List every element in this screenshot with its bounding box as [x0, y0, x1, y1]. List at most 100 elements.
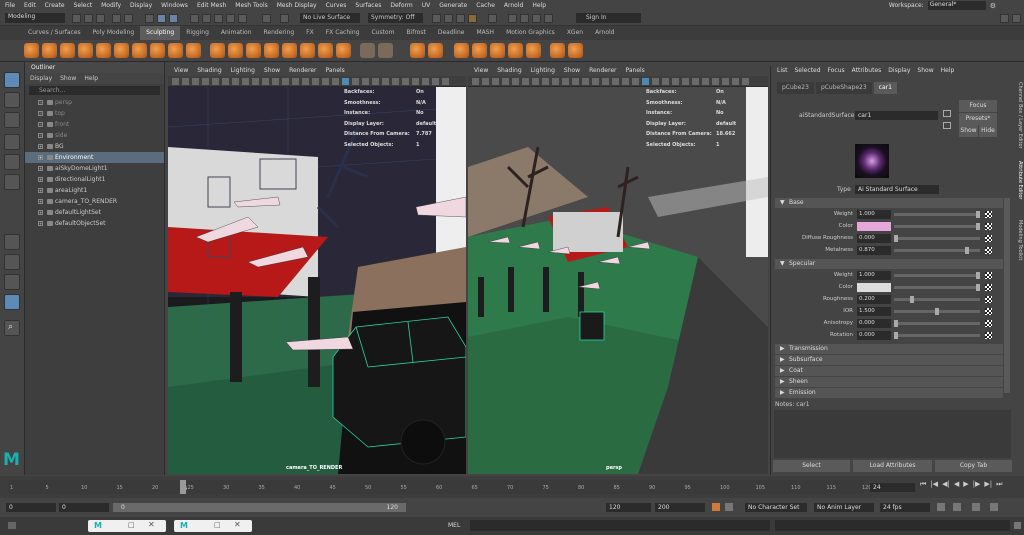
shelf-tab-deadline[interactable]: Deadline — [432, 26, 471, 40]
viewport-tool-icon[interactable] — [622, 78, 629, 85]
shelf-tab-xgen[interactable]: XGen — [561, 26, 589, 40]
viewport-tool-icon[interactable] — [572, 78, 579, 85]
animation-prefs-icon[interactable] — [990, 503, 998, 511]
character-set-dropdown[interactable]: No Character Set — [745, 503, 807, 512]
flatten-tool-icon[interactable] — [114, 43, 129, 58]
viewport-menu-renderer[interactable]: Renderer — [589, 66, 616, 76]
render-frame-icon[interactable] — [432, 14, 441, 23]
construction-history-icon[interactable] — [280, 14, 289, 23]
expand-icon[interactable]: + — [38, 199, 43, 204]
viewport-tool-icon[interactable] — [302, 78, 309, 85]
attr-slider[interactable] — [894, 296, 980, 303]
outliner-item-defaultlightset[interactable]: + defaultLightSet — [25, 207, 164, 218]
outliner-item-defaultobjectset[interactable]: + defaultObjectSet — [25, 218, 164, 229]
viewport-tool-icon[interactable] — [252, 78, 259, 85]
viewport-tool-icon[interactable] — [642, 78, 649, 85]
play-back-icon[interactable]: ◀ — [954, 480, 959, 489]
select-node-icon[interactable] — [943, 110, 951, 117]
viewport-tool-icon[interactable] — [602, 78, 609, 85]
menu-mesh-display[interactable]: Mesh Display — [277, 2, 317, 9]
hide-button[interactable]: Hide — [979, 125, 997, 137]
sculpt-falloff-icon[interactable] — [472, 43, 487, 58]
viewport-tool-icon[interactable] — [712, 78, 719, 85]
menu-deform[interactable]: Deform — [390, 2, 412, 9]
attr-slider[interactable] — [894, 211, 980, 218]
expand-icon[interactable]: + — [38, 166, 43, 171]
select-hierarchy-icon[interactable] — [145, 14, 154, 23]
viewport-tool-icon[interactable] — [392, 78, 399, 85]
show-button[interactable]: Show — [959, 125, 978, 137]
menu-mesh-tools[interactable]: Mesh Tools — [235, 2, 267, 9]
color-swatch[interactable] — [857, 283, 891, 292]
section-transmission[interactable]: ▶ Transmission — [775, 344, 1003, 354]
viewport-tool-icon[interactable] — [552, 78, 559, 85]
panel-icon[interactable] — [8, 522, 16, 529]
viewport-menu-lighting[interactable]: Lighting — [531, 66, 555, 76]
shelf-tab-fx-caching[interactable]: FX Caching — [320, 26, 366, 40]
focus-button[interactable]: Focus — [959, 100, 997, 112]
viewport-menu-panels[interactable]: Panels — [325, 66, 344, 76]
shelf-tab-rigging[interactable]: Rigging — [180, 26, 215, 40]
map-button-icon[interactable] — [985, 223, 992, 230]
viewport-tool-icon[interactable] — [672, 78, 679, 85]
slider-knob[interactable] — [976, 284, 980, 291]
end-time-field[interactable]: 120 — [606, 503, 651, 512]
section-emission[interactable]: ▶ Emission — [775, 388, 1003, 398]
map-button-icon[interactable] — [985, 272, 992, 279]
undo-icon[interactable] — [112, 14, 121, 23]
shelf-tab-arnold[interactable]: Arnold — [589, 26, 620, 40]
viewport-tool-icon[interactable] — [342, 78, 349, 85]
fill-tool-icon[interactable] — [246, 43, 261, 58]
expand-icon[interactable]: + — [38, 100, 43, 105]
menu-generate[interactable]: Generate — [439, 2, 467, 9]
play-forward-icon[interactable]: ▶ — [963, 480, 968, 489]
loop-icon[interactable] — [937, 503, 945, 511]
toggle-panel-icon[interactable] — [1000, 14, 1009, 23]
attribute-editor-tab[interactable]: Attribute Editor — [1014, 150, 1023, 210]
shelf-tab-custom[interactable]: Custom — [365, 26, 400, 40]
anim-end-field[interactable]: 200 — [655, 503, 705, 512]
layout-icon[interactable] — [4, 294, 20, 310]
modeling-toolkit-tab[interactable]: Modeling Toolkit — [1014, 210, 1023, 270]
attr-slider[interactable] — [894, 308, 980, 315]
sculpt-extra-2-icon[interactable] — [568, 43, 583, 58]
shelf-tab-rendering[interactable]: Rendering — [258, 26, 301, 40]
attr-tab-car1[interactable]: car1 — [873, 82, 897, 94]
lasso-tool-icon[interactable] — [4, 92, 20, 108]
attr-value-field[interactable]: 0.000 — [857, 331, 891, 340]
arnold-icon[interactable] — [508, 14, 517, 23]
settings-icon[interactable]: ⚙ — [990, 2, 996, 10]
viewport-tool-icon[interactable] — [632, 78, 639, 85]
shelf-tab-fx[interactable]: FX — [300, 26, 320, 40]
command-language-label[interactable]: MEL — [448, 522, 460, 529]
start-time-field[interactable]: 0 — [6, 503, 56, 512]
menu-set-dropdown[interactable]: Modeling — [5, 13, 65, 23]
section-coat[interactable]: ▶ Coat — [775, 366, 1003, 376]
viewport-tool-icon[interactable] — [442, 78, 449, 85]
attr-menu-selected[interactable]: Selected — [795, 66, 821, 76]
menu-modify[interactable]: Modify — [101, 2, 121, 9]
attr-menu-help[interactable]: Help — [941, 66, 955, 76]
outliner-item-persp[interactable]: + persp — [25, 97, 164, 108]
outliner-menu-help[interactable]: Help — [84, 73, 98, 84]
menu-display[interactable]: Display — [130, 2, 152, 9]
viewport-tool-icon[interactable] — [232, 78, 239, 85]
outliner-item-environment[interactable]: + Environment — [25, 152, 164, 163]
viewport-tool-icon[interactable] — [352, 78, 359, 85]
foamy-tool-icon[interactable] — [132, 43, 147, 58]
select-component-icon[interactable] — [169, 14, 178, 23]
select-tool-icon[interactable] — [4, 72, 20, 88]
viewport-tool-icon[interactable] — [432, 78, 439, 85]
shelf-tab-bifrost[interactable]: Bifrost — [400, 26, 431, 40]
viewport-tool-icon[interactable] — [202, 78, 209, 85]
copy-node-icon[interactable] — [943, 122, 951, 129]
select-button[interactable]: Select — [773, 460, 850, 472]
smooth-tool-icon[interactable] — [42, 43, 57, 58]
maximize-icon[interactable]: □ — [128, 521, 135, 529]
menu-cache[interactable]: Cache — [476, 2, 495, 9]
anim-layer-dropdown[interactable]: No Anim Layer — [814, 503, 874, 512]
sculpt-layer-icon[interactable] — [410, 43, 425, 58]
redo-icon[interactable] — [124, 14, 133, 23]
attr-value-field[interactable]: 1.500 — [857, 307, 891, 316]
viewport-tool-icon[interactable] — [422, 78, 429, 85]
